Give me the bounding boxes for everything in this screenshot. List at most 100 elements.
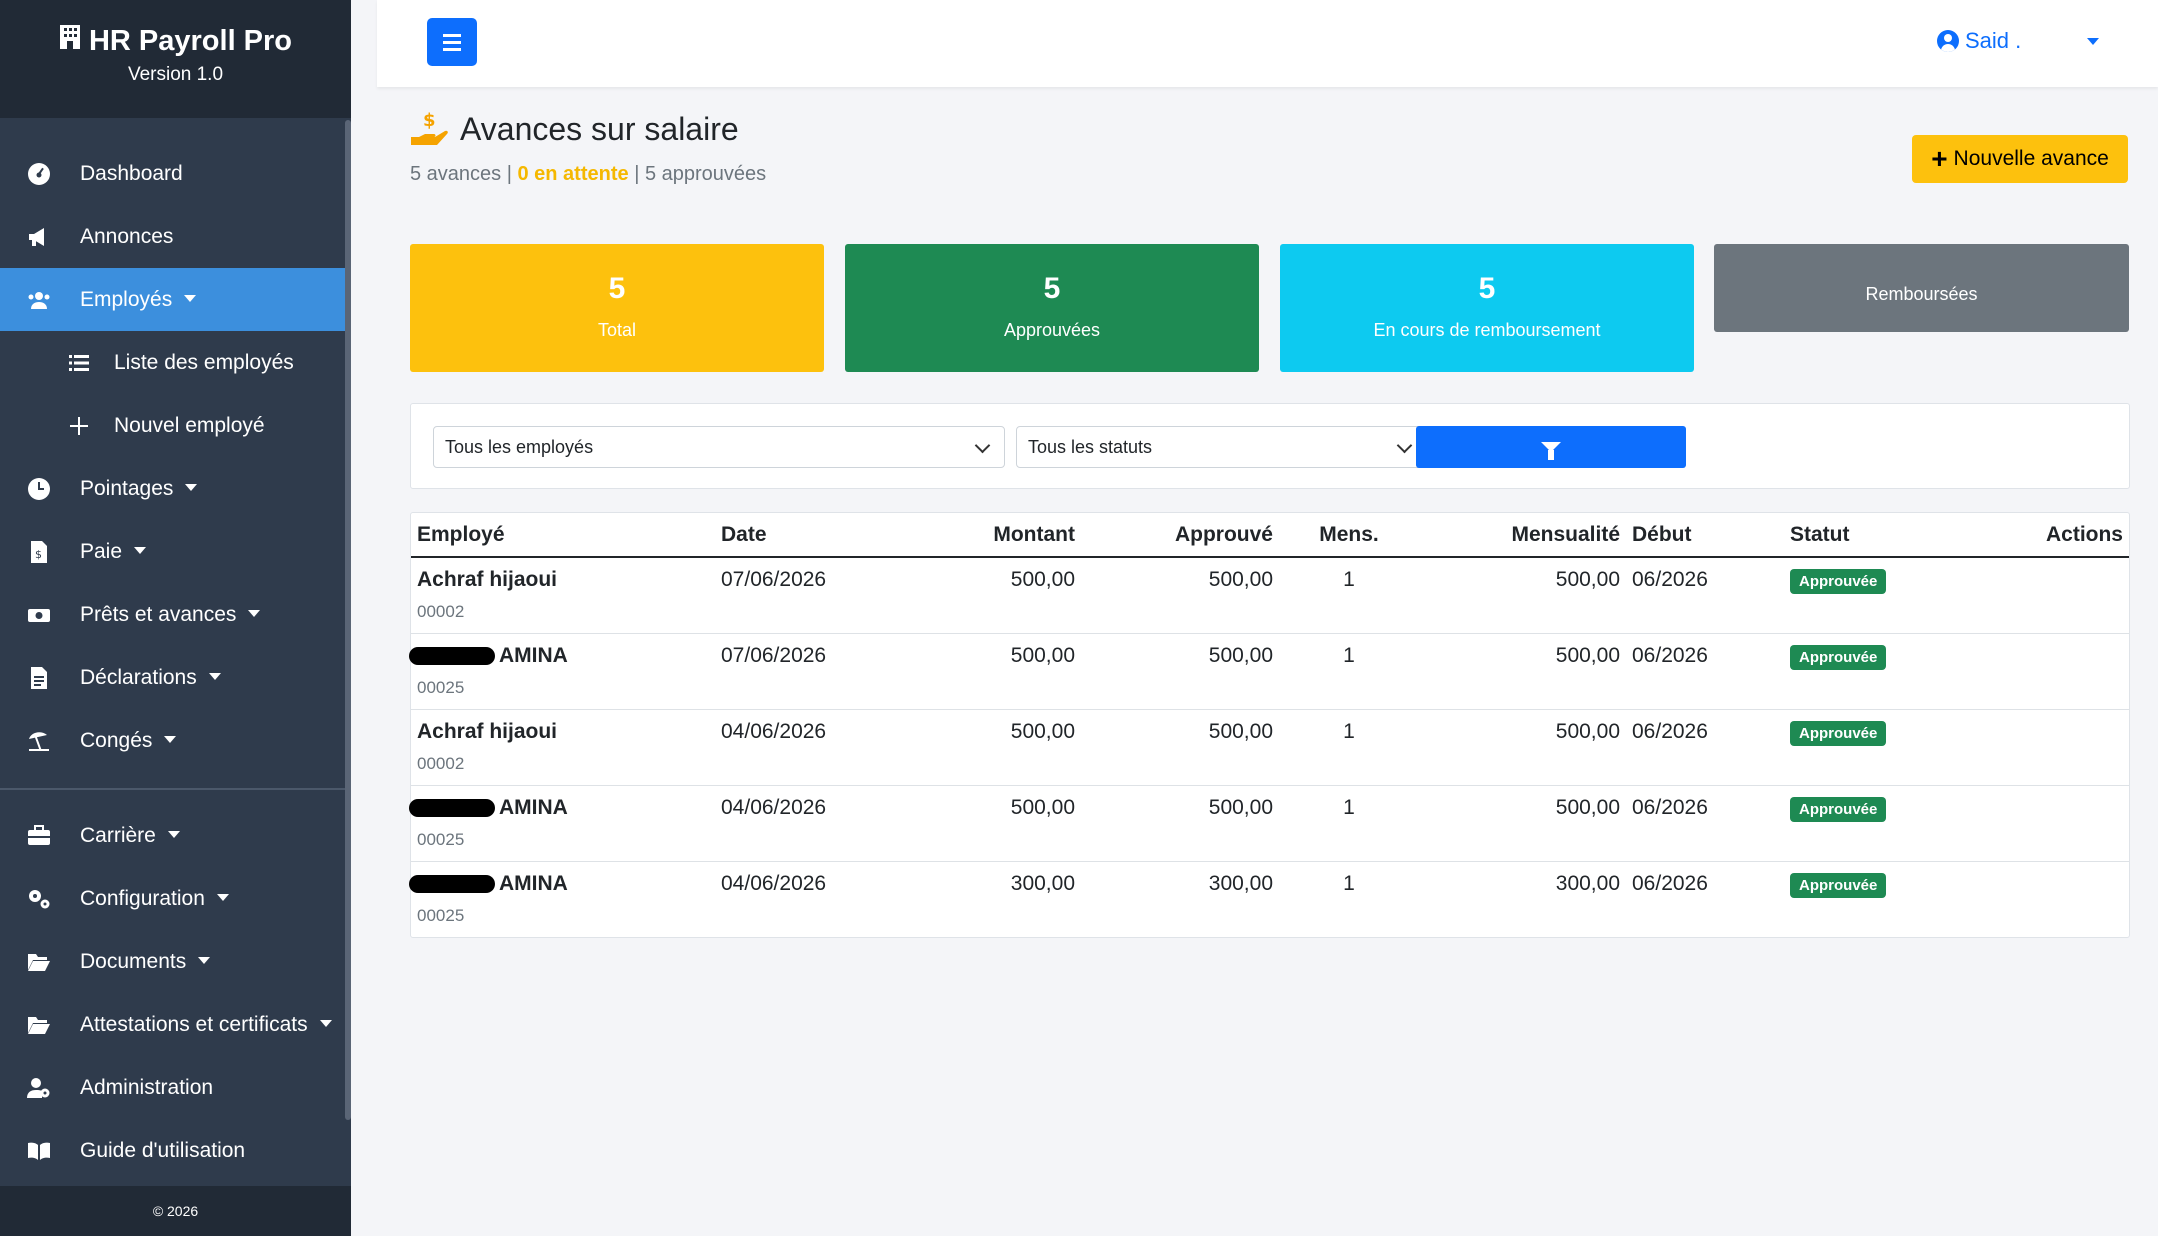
- stat-value: 5: [1478, 272, 1496, 305]
- cell-approuve: 500,00: [1081, 557, 1279, 634]
- cell-actions: [1950, 557, 2129, 634]
- menu-toggle-button[interactable]: [427, 18, 477, 66]
- cell-approuve: 500,00: [1081, 633, 1279, 710]
- employee-code: 00002: [417, 753, 465, 773]
- status-select[interactable]: Tous les statuts: [1016, 426, 1427, 468]
- table-row[interactable]: AMINA 00025 04/06/2026 500,00 500,00 1 50…: [409, 785, 2129, 862]
- user-name: Said .: [1965, 28, 2022, 53]
- sidebar-item-guide[interactable]: Guide d'utilisation: [0, 1119, 351, 1182]
- sidebar-item-nouvel-employe[interactable]: Nouvel employé: [0, 394, 351, 457]
- money-bill-icon: [26, 602, 52, 628]
- stat-card-total: 5 Total: [410, 244, 824, 372]
- employee-name-text: AMINA: [499, 643, 568, 667]
- col-mens[interactable]: Mens.: [1279, 513, 1419, 558]
- sidebar-item-documents[interactable]: Documents: [0, 930, 351, 993]
- employee-select-value: Tous les employés: [445, 437, 594, 457]
- cell-date: 07/06/2026: [715, 557, 885, 634]
- new-advance-button[interactable]: + Nouvelle avance: [1912, 135, 2128, 183]
- sidebar-item-employes[interactable]: Employés: [0, 268, 351, 331]
- col-mensualite[interactable]: Mensualité: [1419, 513, 1626, 558]
- sidebar-item-carriere[interactable]: Carrière: [0, 804, 351, 867]
- sidebar-footer: © 2026: [0, 1186, 351, 1236]
- page-title: $ Avances sur salaire: [410, 109, 739, 149]
- sidebar-item-administration[interactable]: Administration: [0, 1056, 351, 1119]
- filter-button[interactable]: [1416, 426, 1686, 468]
- employee-name[interactable]: Achraf hijaoui: [417, 720, 557, 744]
- user-gear-icon: [26, 1075, 52, 1101]
- sidebar-divider: [0, 788, 351, 790]
- status-badge: Approuvée: [1790, 569, 1887, 594]
- cell-actions: [1950, 709, 2129, 786]
- table-row[interactable]: AMINA 00025 07/06/2026 500,00 500,00 1 50…: [409, 633, 2129, 710]
- book-icon: [26, 1138, 52, 1164]
- stat-label: Remboursées: [1865, 284, 1978, 304]
- cell-mensualite: 500,00: [1419, 557, 1626, 634]
- employee-name[interactable]: AMINA: [409, 796, 568, 820]
- chevron-down-icon: [216, 894, 229, 901]
- sidebar-item-liste-employes[interactable]: Liste des employés: [0, 331, 351, 394]
- sidebar-item-label: Carrière: [80, 823, 156, 847]
- briefcase-icon: [26, 823, 52, 849]
- chevron-down-icon: [185, 484, 198, 491]
- col-actions: Actions: [1950, 513, 2129, 558]
- employee-name[interactable]: Achraf hijaoui: [417, 568, 557, 592]
- svg-text:$: $: [35, 548, 42, 561]
- sidebar-item-prets-avances[interactable]: Prêts et avances: [0, 583, 351, 646]
- table-row[interactable]: AMINA 00025 04/06/2026 300,00 300,00 1 30…: [409, 861, 2129, 937]
- table-row[interactable]: Achraf hijaoui 00002 07/06/2026 500,00 50…: [411, 557, 2129, 634]
- col-debut[interactable]: Début: [1626, 513, 1784, 558]
- redaction-mark: [409, 646, 495, 665]
- status-badge: Approuvée: [1790, 872, 1887, 898]
- cell-debut: 06/2026: [1626, 785, 1784, 862]
- sidebar-scrollbar[interactable]: [345, 120, 351, 1120]
- cell-debut: 06/2026: [1626, 709, 1784, 786]
- megaphone-icon: [26, 224, 52, 250]
- cell-actions: [1950, 785, 2129, 862]
- status-badge: Approuvée: [1790, 644, 1887, 670]
- sidebar-item-dashboard[interactable]: Dashboard: [0, 142, 351, 205]
- sidebar-item-declarations[interactable]: Déclarations: [0, 646, 351, 709]
- summary-count: 5 avances: [410, 163, 502, 185]
- chevron-down-icon: [164, 736, 177, 743]
- col-approuve[interactable]: Approuvé: [1081, 513, 1279, 558]
- sidebar-item-attestations[interactable]: Attestations et certificats: [0, 993, 351, 1056]
- filter-icon: [1541, 442, 1561, 460]
- cell-mensualite: 500,00: [1419, 633, 1626, 710]
- cell-mens: 1: [1279, 785, 1419, 862]
- clock-icon: [26, 476, 52, 502]
- sidebar-item-label: Paie: [80, 539, 123, 563]
- cell-approuve: 300,00: [1208, 871, 1273, 895]
- sidebar-item-paie[interactable]: $ Paie: [0, 520, 351, 583]
- chevron-down-icon: [208, 673, 221, 680]
- cell-debut: 06/2026: [1626, 633, 1784, 710]
- status-badge: Approuvée: [1790, 720, 1887, 746]
- col-statut[interactable]: Statut: [1784, 513, 1950, 558]
- summary-approved: 5 approuvées: [644, 163, 767, 185]
- cell-actions: [1950, 633, 2129, 710]
- col-date[interactable]: Date: [715, 513, 885, 558]
- chevron-down-icon: [184, 295, 197, 302]
- sidebar-item-label: Attestations et certificats: [80, 1012, 308, 1036]
- sidebar-item-annonces[interactable]: Annonces: [0, 205, 351, 268]
- cell-statut: Approuvée: [1784, 633, 1950, 710]
- dashboard-icon: [26, 161, 52, 187]
- chevron-down-icon[interactable]: [2087, 38, 2099, 45]
- employee-name[interactable]: AMINA: [409, 872, 568, 896]
- sidebar-item-pointages[interactable]: Pointages: [0, 457, 351, 520]
- sidebar-item-label: Employés: [80, 287, 173, 311]
- employee-code: 00002: [417, 602, 465, 621]
- employee-select[interactable]: Tous les employés: [433, 426, 1005, 468]
- sidebar-item-configuration[interactable]: Configuration: [0, 867, 351, 930]
- employee-name[interactable]: AMINA: [409, 643, 568, 668]
- cell-statut: Approuvée: [1784, 785, 1950, 862]
- employee-code: 00025: [417, 905, 465, 925]
- chevron-down-icon: [167, 831, 180, 838]
- app-title[interactable]: HR Payroll Pro: [0, 24, 351, 58]
- col-montant[interactable]: Montant: [885, 513, 1081, 558]
- sidebar-item-label: Prêts et avances: [80, 602, 237, 626]
- table-row[interactable]: Achraf hijaoui 00002 04/06/2026 500,00 50…: [411, 709, 2129, 786]
- sidebar-item-label: Pointages: [80, 476, 174, 500]
- col-employe[interactable]: Employé: [411, 513, 715, 558]
- sidebar-item-conges[interactable]: Congés: [0, 709, 351, 772]
- user-menu[interactable]: Said .: [1937, 28, 2021, 54]
